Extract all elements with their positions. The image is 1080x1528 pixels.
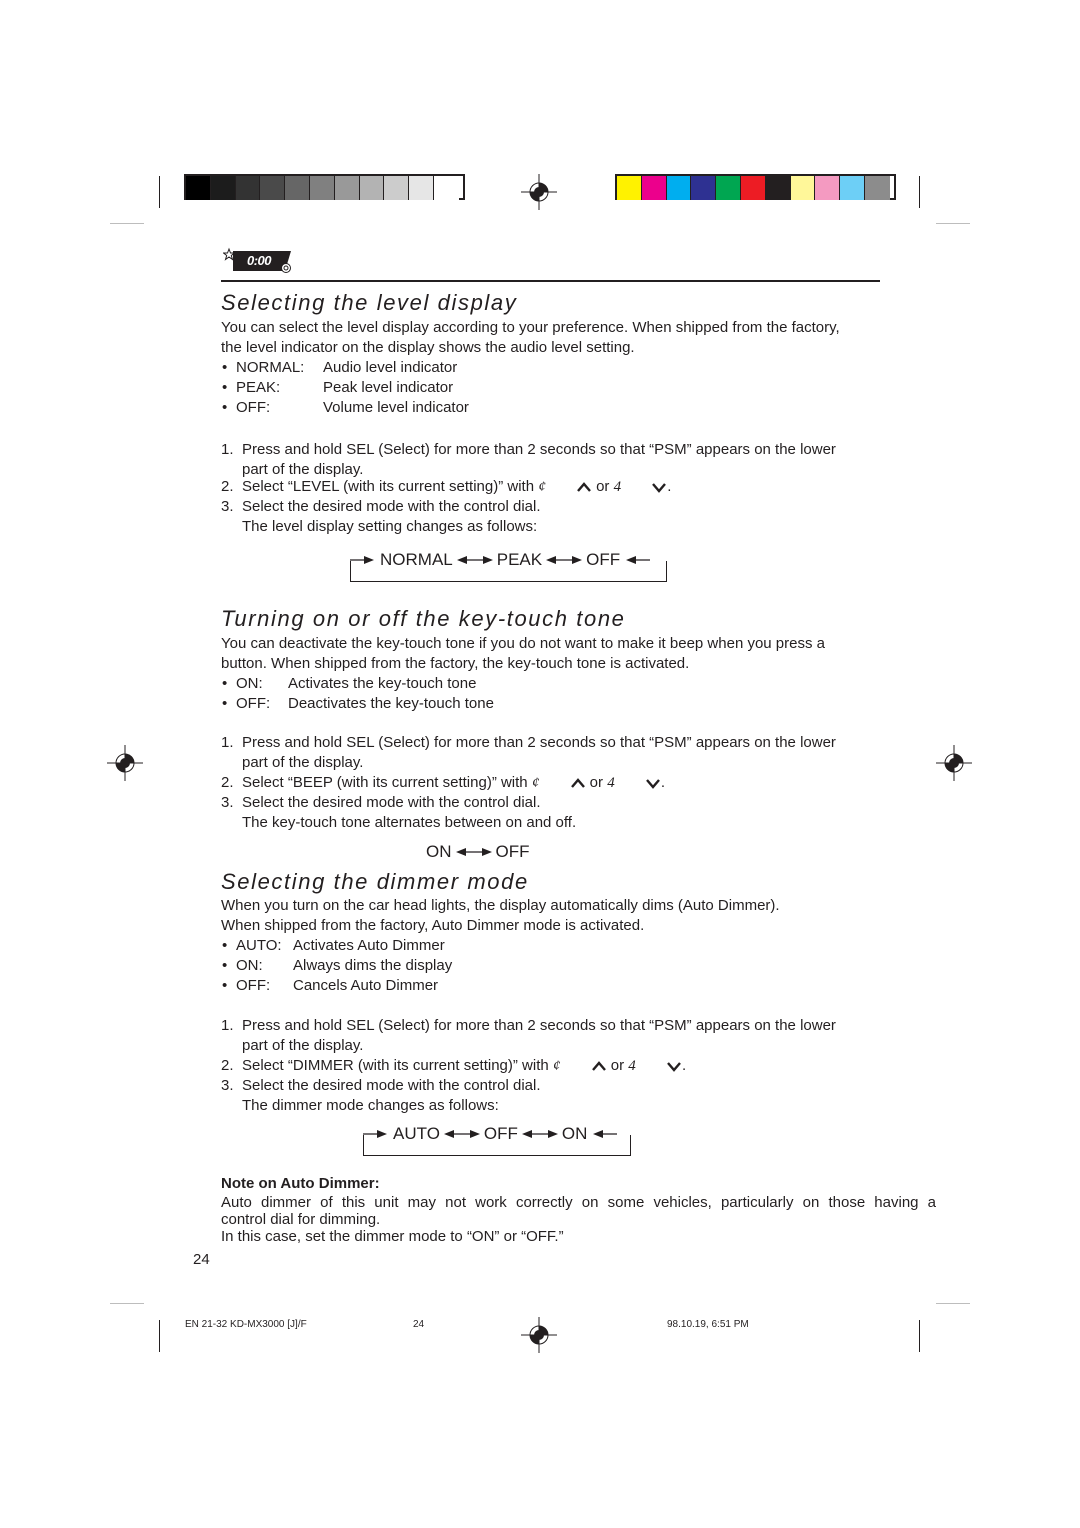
option-item: • AUTO: Activates Auto Dimmer <box>222 937 445 954</box>
chevron-down-icon <box>652 483 667 493</box>
dimmer-mode-cycle: AUTO OFF ON <box>363 1124 618 1144</box>
down-button-symbol: ¢ <box>531 775 540 791</box>
grayscale-swatch <box>235 176 261 200</box>
mode-label: OFF <box>586 550 621 569</box>
grayscale-color-bar <box>184 174 465 200</box>
chevron-up-icon <box>570 778 585 788</box>
registration-mark-icon <box>107 745 143 781</box>
arrow-right-icon <box>350 556 374 564</box>
registration-mark-icon <box>521 174 557 210</box>
section-divider <box>221 280 880 282</box>
arrow-left-icon <box>626 556 651 564</box>
grayscale-swatch <box>260 176 286 200</box>
section-title-dimmer: Selecting the dimmer mode <box>221 869 529 894</box>
registration-mark-icon <box>936 745 972 781</box>
bidirectional-arrow-icon <box>546 556 583 564</box>
crop-mark <box>936 1303 970 1304</box>
mode-label: ON <box>561 1124 588 1143</box>
color-swatch <box>765 176 791 200</box>
section-title-level: Selecting the level display <box>221 290 518 315</box>
crop-mark <box>936 223 970 224</box>
grayscale-swatch <box>433 176 459 200</box>
mode-label: OFF <box>495 842 530 861</box>
intro-text: When shipped from the factory, Auto Dimm… <box>221 917 645 934</box>
color-swatch <box>740 176 766 200</box>
mode-label: OFF <box>483 1124 518 1143</box>
bidirectional-arrow-icon <box>456 556 493 564</box>
bidirectional-arrow-icon <box>521 1130 558 1138</box>
arrow-right-icon <box>363 1130 387 1138</box>
down-button-symbol: ¢ <box>552 1058 561 1074</box>
crop-mark <box>919 1320 920 1352</box>
grayscale-swatch <box>384 176 410 200</box>
grayscale-swatch <box>334 176 360 200</box>
footer-timestamp: 98.10.19, 6:51 PM <box>667 1319 749 1330</box>
option-item: • OFF: Volume level indicator <box>222 399 469 416</box>
intro-text: You can deactivate the key-touch tone if… <box>221 635 825 652</box>
intro-text: When you turn on the car head lights, th… <box>221 897 780 914</box>
chevron-up-icon <box>591 1061 606 1071</box>
note-text: In this case, set the dimmer mode to “ON… <box>221 1228 564 1245</box>
grayscale-swatch <box>359 176 385 200</box>
crop-mark <box>110 1303 144 1304</box>
chevron-down-icon <box>645 779 660 789</box>
color-swatch <box>617 176 642 200</box>
grayscale-swatch <box>210 176 236 200</box>
option-item: • NORMAL: Audio level indicator <box>222 359 458 376</box>
intro-text: the level indicator on the display shows… <box>221 339 635 356</box>
clock-display-text: 0:00 <box>247 253 272 268</box>
down-button-symbol: ¢ <box>538 479 546 495</box>
crop-mark <box>159 1320 160 1352</box>
bidirectional-arrow-icon <box>455 848 492 856</box>
chevron-up-icon <box>576 482 591 492</box>
clock-settings-icon: 0:00 <box>222 247 295 277</box>
color-swatch <box>691 176 717 200</box>
mode-label: ON <box>426 842 452 861</box>
note-heading: Note on Auto Dimmer: <box>221 1175 380 1192</box>
intro-text: You can select the level display accordi… <box>221 319 840 336</box>
grayscale-swatch <box>285 176 310 200</box>
chevron-down-icon <box>667 1062 681 1072</box>
up-button-symbol: 4 <box>613 479 622 495</box>
option-item: • OFF: Cancels Auto Dimmer <box>222 977 439 994</box>
crop-mark <box>919 176 920 208</box>
bidirectional-arrow-icon <box>443 1130 480 1138</box>
color-swatch <box>666 176 692 200</box>
footer-file-info: EN 21-32 KD-MX3000 [J]/F <box>185 1319 307 1330</box>
color-swatch <box>641 176 667 200</box>
crop-mark <box>159 176 160 208</box>
beep-mode-cycle: ON OFF <box>426 842 530 862</box>
color-swatch <box>716 176 741 200</box>
grayscale-swatch <box>309 176 335 200</box>
grayscale-swatch <box>186 176 211 200</box>
color-swatch <box>815 176 841 200</box>
intro-text: button. When shipped from the factory, t… <box>221 655 690 672</box>
color-swatch <box>790 176 816 200</box>
registration-mark-icon <box>521 1317 557 1353</box>
process-color-bar <box>615 174 896 200</box>
option-item: • PEAK: Peak level indicator <box>222 379 454 396</box>
page-number: 24 <box>193 1251 210 1268</box>
color-swatch <box>840 176 865 200</box>
mode-label: PEAK <box>496 550 543 569</box>
option-item: • OFF: Deactivates the key-touch tone <box>222 695 494 712</box>
mode-label: NORMAL <box>380 550 453 569</box>
crop-mark <box>110 223 144 224</box>
color-swatch <box>864 176 890 200</box>
arrow-left-icon <box>593 1130 618 1138</box>
grayscale-swatch <box>409 176 434 200</box>
option-item: • ON: Activates the key-touch tone <box>222 675 477 692</box>
level-mode-cycle: NORMAL PEAK OFF <box>350 550 651 570</box>
mode-label: AUTO <box>393 1124 440 1143</box>
up-button-symbol: 4 <box>607 775 615 791</box>
footer-page: 24 <box>413 1319 425 1330</box>
up-button-symbol: 4 <box>628 1058 636 1074</box>
section-title-beep: Turning on or off the key-touch tone <box>221 606 626 631</box>
option-item: • ON: Always dims the display <box>222 957 453 974</box>
